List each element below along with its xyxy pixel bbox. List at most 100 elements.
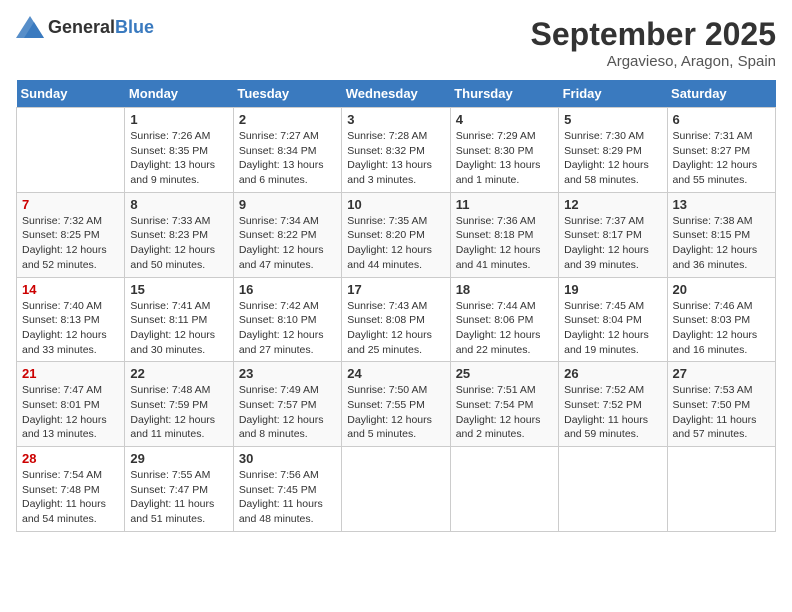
calendar-cell — [450, 447, 558, 532]
calendar-cell: 14 Sunrise: 7:40 AMSunset: 8:13 PMDayligh… — [17, 277, 125, 362]
logo-icon — [16, 16, 44, 38]
calendar-cell: 12 Sunrise: 7:37 AMSunset: 8:17 PMDayligh… — [559, 192, 667, 277]
calendar-cell: 24 Sunrise: 7:50 AMSunset: 7:55 PMDayligh… — [342, 362, 450, 447]
logo: GeneralBlue — [16, 16, 154, 38]
day-number: 24 — [347, 366, 444, 381]
calendar-cell: 9 Sunrise: 7:34 AMSunset: 8:22 PMDaylight… — [233, 192, 341, 277]
weekday-header-friday: Friday — [559, 80, 667, 108]
weekday-header-monday: Monday — [125, 80, 233, 108]
day-info: Sunrise: 7:43 AMSunset: 8:08 PMDaylight:… — [347, 299, 444, 358]
day-info: Sunrise: 7:27 AMSunset: 8:34 PMDaylight:… — [239, 129, 336, 188]
calendar-body: 1 Sunrise: 7:26 AMSunset: 8:35 PMDaylight… — [17, 108, 776, 532]
calendar-cell: 27Sunrise: 7:53 AMSunset: 7:50 PMDayligh… — [667, 362, 775, 447]
calendar-cell: 21 Sunrise: 7:47 AMSunset: 8:01 PMDayligh… — [17, 362, 125, 447]
logo-general: General — [48, 17, 115, 37]
calendar-cell: 15Sunrise: 7:41 AMSunset: 8:11 PMDayligh… — [125, 277, 233, 362]
week-row-4: 21 Sunrise: 7:47 AMSunset: 8:01 PMDayligh… — [17, 362, 776, 447]
logo-blue: Blue — [115, 17, 154, 37]
day-number: 3 — [347, 112, 444, 127]
calendar-cell: 8 Sunrise: 7:33 AMSunset: 8:23 PMDaylight… — [125, 192, 233, 277]
day-number: 2 — [239, 112, 336, 127]
day-number: 8 — [130, 197, 227, 212]
day-info: Sunrise: 7:48 AMSunset: 7:59 PMDaylight:… — [130, 383, 227, 442]
day-number: 21 — [22, 366, 119, 381]
weekday-header-wednesday: Wednesday — [342, 80, 450, 108]
calendar-cell: 26Sunrise: 7:52 AMSunset: 7:52 PMDayligh… — [559, 362, 667, 447]
day-number: 6 — [673, 112, 770, 127]
weekday-header-tuesday: Tuesday — [233, 80, 341, 108]
day-info: Sunrise: 7:47 AMSunset: 8:01 PMDaylight:… — [22, 383, 119, 442]
day-info: Sunrise: 7:51 AMSunset: 7:54 PMDaylight:… — [456, 383, 553, 442]
calendar-cell: 23Sunrise: 7:49 AMSunset: 7:57 PMDayligh… — [233, 362, 341, 447]
day-info: Sunrise: 7:28 AMSunset: 8:32 PMDaylight:… — [347, 129, 444, 188]
calendar-cell: 17Sunrise: 7:43 AMSunset: 8:08 PMDayligh… — [342, 277, 450, 362]
calendar-table: SundayMondayTuesdayWednesdayThursdayFrid… — [16, 80, 776, 532]
weekday-header-row: SundayMondayTuesdayWednesdayThursdayFrid… — [17, 80, 776, 108]
week-row-2: 7Sunrise: 7:32 AMSunset: 8:25 PMDaylight… — [17, 192, 776, 277]
day-number: 1 — [130, 112, 227, 127]
calendar-cell — [342, 447, 450, 532]
day-number: 20 — [673, 282, 770, 297]
day-info: Sunrise: 7:31 AMSunset: 8:27 PMDaylight:… — [673, 129, 770, 188]
day-number: 12 — [564, 197, 661, 212]
weekday-header-thursday: Thursday — [450, 80, 558, 108]
week-row-1: 1 Sunrise: 7:26 AMSunset: 8:35 PMDaylight… — [17, 108, 776, 193]
day-info: Sunrise: 7:34 AMSunset: 8:22 PMDaylight:… — [239, 214, 336, 273]
calendar-cell — [559, 447, 667, 532]
calendar-cell: 16 Sunrise: 7:42 AMSunset: 8:10 PMDayligh… — [233, 277, 341, 362]
calendar-cell — [17, 108, 125, 193]
day-number: 14 — [22, 282, 119, 297]
day-info: Sunrise: 7:56 AMSunset: 7:45 PMDaylight:… — [239, 468, 336, 527]
month-title: September 2025 — [531, 16, 776, 53]
day-number: 11 — [456, 197, 553, 212]
weekday-header-sunday: Sunday — [17, 80, 125, 108]
day-number: 25 — [456, 366, 553, 381]
day-number: 16 — [239, 282, 336, 297]
day-info: Sunrise: 7:42 AMSunset: 8:10 PMDaylight:… — [239, 299, 336, 358]
day-number: 28 — [22, 451, 119, 466]
day-info: Sunrise: 7:30 AMSunset: 8:29 PMDaylight:… — [564, 129, 661, 188]
day-number: 13 — [673, 197, 770, 212]
week-row-5: 28 Sunrise: 7:54 AMSunset: 7:48 PMDayligh… — [17, 447, 776, 532]
day-info: Sunrise: 7:45 AMSunset: 8:04 PMDaylight:… — [564, 299, 661, 358]
day-info: Sunrise: 7:26 AMSunset: 8:35 PMDaylight:… — [130, 129, 227, 188]
day-number: 9 — [239, 197, 336, 212]
day-info: Sunrise: 7:33 AMSunset: 8:23 PMDaylight:… — [130, 214, 227, 273]
day-info: Sunrise: 7:46 AMSunset: 8:03 PMDaylight:… — [673, 299, 770, 358]
day-number: 15 — [130, 282, 227, 297]
calendar-cell: 19 Sunrise: 7:45 AMSunset: 8:04 PMDayligh… — [559, 277, 667, 362]
title-block: September 2025 Argavieso, Aragon, Spain — [531, 16, 776, 70]
calendar-cell — [667, 447, 775, 532]
calendar-cell: 2 Sunrise: 7:27 AMSunset: 8:34 PMDaylight… — [233, 108, 341, 193]
calendar-cell: 20 Sunrise: 7:46 AMSunset: 8:03 PMDayligh… — [667, 277, 775, 362]
week-row-3: 14 Sunrise: 7:40 AMSunset: 8:13 PMDayligh… — [17, 277, 776, 362]
day-number: 18 — [456, 282, 553, 297]
day-info: Sunrise: 7:35 AMSunset: 8:20 PMDaylight:… — [347, 214, 444, 273]
calendar-cell: 18Sunrise: 7:44 AMSunset: 8:06 PMDayligh… — [450, 277, 558, 362]
calendar-cell: 30Sunrise: 7:56 AMSunset: 7:45 PMDayligh… — [233, 447, 341, 532]
calendar-cell: 4 Sunrise: 7:29 AMSunset: 8:30 PMDaylight… — [450, 108, 558, 193]
weekday-header-saturday: Saturday — [667, 80, 775, 108]
day-number: 10 — [347, 197, 444, 212]
day-info: Sunrise: 7:40 AMSunset: 8:13 PMDaylight:… — [22, 299, 119, 358]
day-number: 4 — [456, 112, 553, 127]
calendar-cell: 10 Sunrise: 7:35 AMSunset: 8:20 PMDayligh… — [342, 192, 450, 277]
day-number: 22 — [130, 366, 227, 381]
calendar-cell: 7Sunrise: 7:32 AMSunset: 8:25 PMDaylight… — [17, 192, 125, 277]
calendar-cell: 1 Sunrise: 7:26 AMSunset: 8:35 PMDaylight… — [125, 108, 233, 193]
page-header: GeneralBlue September 2025 Argavieso, Ar… — [16, 16, 776, 70]
day-number: 29 — [130, 451, 227, 466]
day-info: Sunrise: 7:50 AMSunset: 7:55 PMDaylight:… — [347, 383, 444, 442]
day-number: 19 — [564, 282, 661, 297]
day-info: Sunrise: 7:32 AMSunset: 8:25 PMDaylight:… — [22, 214, 119, 273]
day-info: Sunrise: 7:37 AMSunset: 8:17 PMDaylight:… — [564, 214, 661, 273]
calendar-cell: 28 Sunrise: 7:54 AMSunset: 7:48 PMDayligh… — [17, 447, 125, 532]
calendar-cell: 5Sunrise: 7:30 AMSunset: 8:29 PMDaylight… — [559, 108, 667, 193]
day-number: 23 — [239, 366, 336, 381]
calendar-cell: 29 Sunrise: 7:55 AMSunset: 7:47 PMDayligh… — [125, 447, 233, 532]
calendar-cell: 3 Sunrise: 7:28 AMSunset: 8:32 PMDaylight… — [342, 108, 450, 193]
day-info: Sunrise: 7:54 AMSunset: 7:48 PMDaylight:… — [22, 468, 119, 527]
calendar-cell: 25 Sunrise: 7:51 AMSunset: 7:54 PMDayligh… — [450, 362, 558, 447]
day-info: Sunrise: 7:29 AMSunset: 8:30 PMDaylight:… — [456, 129, 553, 188]
day-info: Sunrise: 7:55 AMSunset: 7:47 PMDaylight:… — [130, 468, 227, 527]
